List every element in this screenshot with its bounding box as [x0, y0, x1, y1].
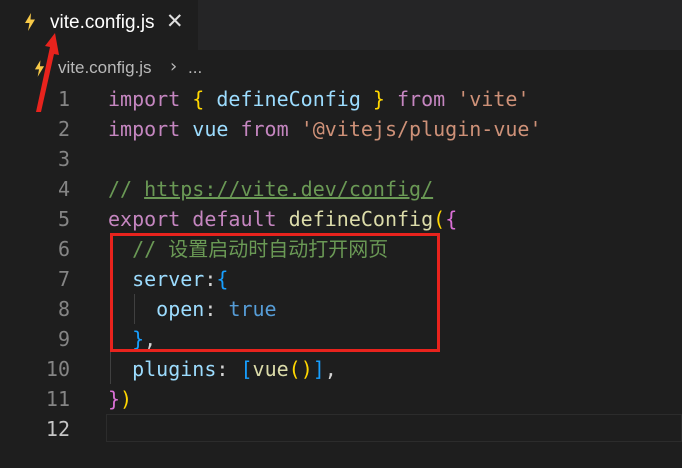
red-arrow: [36, 33, 59, 112]
